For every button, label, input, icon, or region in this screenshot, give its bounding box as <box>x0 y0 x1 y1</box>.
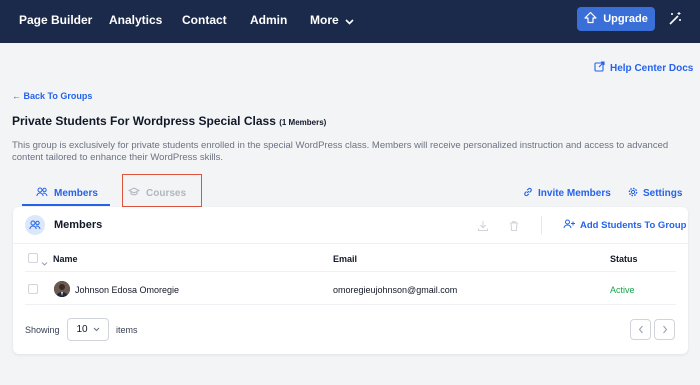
help-center-label: Help Center Docs <box>610 62 694 74</box>
invite-members-link[interactable]: Invite Members <box>523 187 611 200</box>
users-icon <box>36 187 48 200</box>
link-icon <box>523 187 533 200</box>
members-card-icon <box>25 215 45 235</box>
chevron-down-icon <box>93 324 100 335</box>
header-divider <box>13 243 688 244</box>
group-title: Private Students For Wordpress Special C… <box>12 114 276 128</box>
active-tab-indicator <box>22 204 110 206</box>
select-all-checkbox[interactable] <box>28 253 38 263</box>
column-header-email[interactable]: Email <box>333 254 357 264</box>
nav-contact[interactable]: Contact <box>182 13 227 27</box>
top-navbar: Page Builder Analytics Contact Admin Mor… <box>0 0 700 43</box>
group-description: This group is exclusively for private st… <box>12 140 669 163</box>
member-name[interactable]: Johnson Edosa Omoregie <box>75 285 179 295</box>
upgrade-icon <box>584 11 597 27</box>
avatar <box>54 281 70 297</box>
next-page-button[interactable] <box>654 319 675 340</box>
column-header-name[interactable]: Name <box>53 254 78 264</box>
back-to-groups-link[interactable]: ← Back To Groups <box>12 91 92 101</box>
nav-admin[interactable]: Admin <box>250 13 287 27</box>
column-header-status[interactable]: Status <box>610 254 638 264</box>
help-center-link[interactable]: Help Center Docs <box>594 61 693 75</box>
previous-page-button[interactable] <box>630 319 651 340</box>
upgrade-label: Upgrade <box>603 13 648 25</box>
items-label: items <box>116 325 138 335</box>
toolbar-divider <box>541 216 542 234</box>
invite-members-label: Invite Members <box>538 188 611 199</box>
status-badge: Active <box>610 285 635 295</box>
chevron-down-icon[interactable] <box>41 254 48 272</box>
settings-label: Settings <box>643 188 683 199</box>
gear-icon <box>628 187 638 200</box>
tab-members-label: Members <box>54 188 98 199</box>
chevron-down-icon <box>345 14 354 28</box>
nav-more-label: More <box>310 13 339 27</box>
row-checkbox[interactable] <box>28 284 38 294</box>
nav-page-builder[interactable]: Page Builder <box>19 13 92 27</box>
members-card: Members Add Students To Group Name Email… <box>13 207 688 354</box>
user-plus-icon <box>563 219 576 232</box>
trash-icon[interactable] <box>508 219 520 232</box>
add-students-button[interactable]: Add Students To Group <box>563 219 686 232</box>
per-page-value: 10 <box>76 324 88 335</box>
member-email: omoregieujohnson@gmail.com <box>333 285 458 295</box>
external-link-icon <box>594 61 605 75</box>
member-count: (1 Members) <box>279 118 327 127</box>
nav-analytics[interactable]: Analytics <box>109 13 162 27</box>
magic-wand-icon[interactable] <box>667 11 683 27</box>
showing-label: Showing <box>25 325 60 335</box>
upgrade-button[interactable]: Upgrade <box>577 7 655 31</box>
card-title: Members <box>54 219 103 231</box>
chevron-left-icon <box>638 321 644 339</box>
page-title: Private Students For Wordpress Special C… <box>12 114 326 128</box>
courses-highlight-box <box>122 174 202 207</box>
tab-members[interactable]: Members <box>36 187 98 200</box>
settings-link[interactable]: Settings <box>628 187 682 200</box>
row-divider <box>25 304 676 305</box>
add-students-label: Add Students To Group <box>580 220 687 231</box>
row-divider <box>25 271 676 272</box>
download-icon[interactable] <box>477 219 489 232</box>
nav-more[interactable]: More <box>310 13 354 28</box>
chevron-right-icon <box>662 321 668 339</box>
per-page-select[interactable]: 10 <box>67 318 109 341</box>
